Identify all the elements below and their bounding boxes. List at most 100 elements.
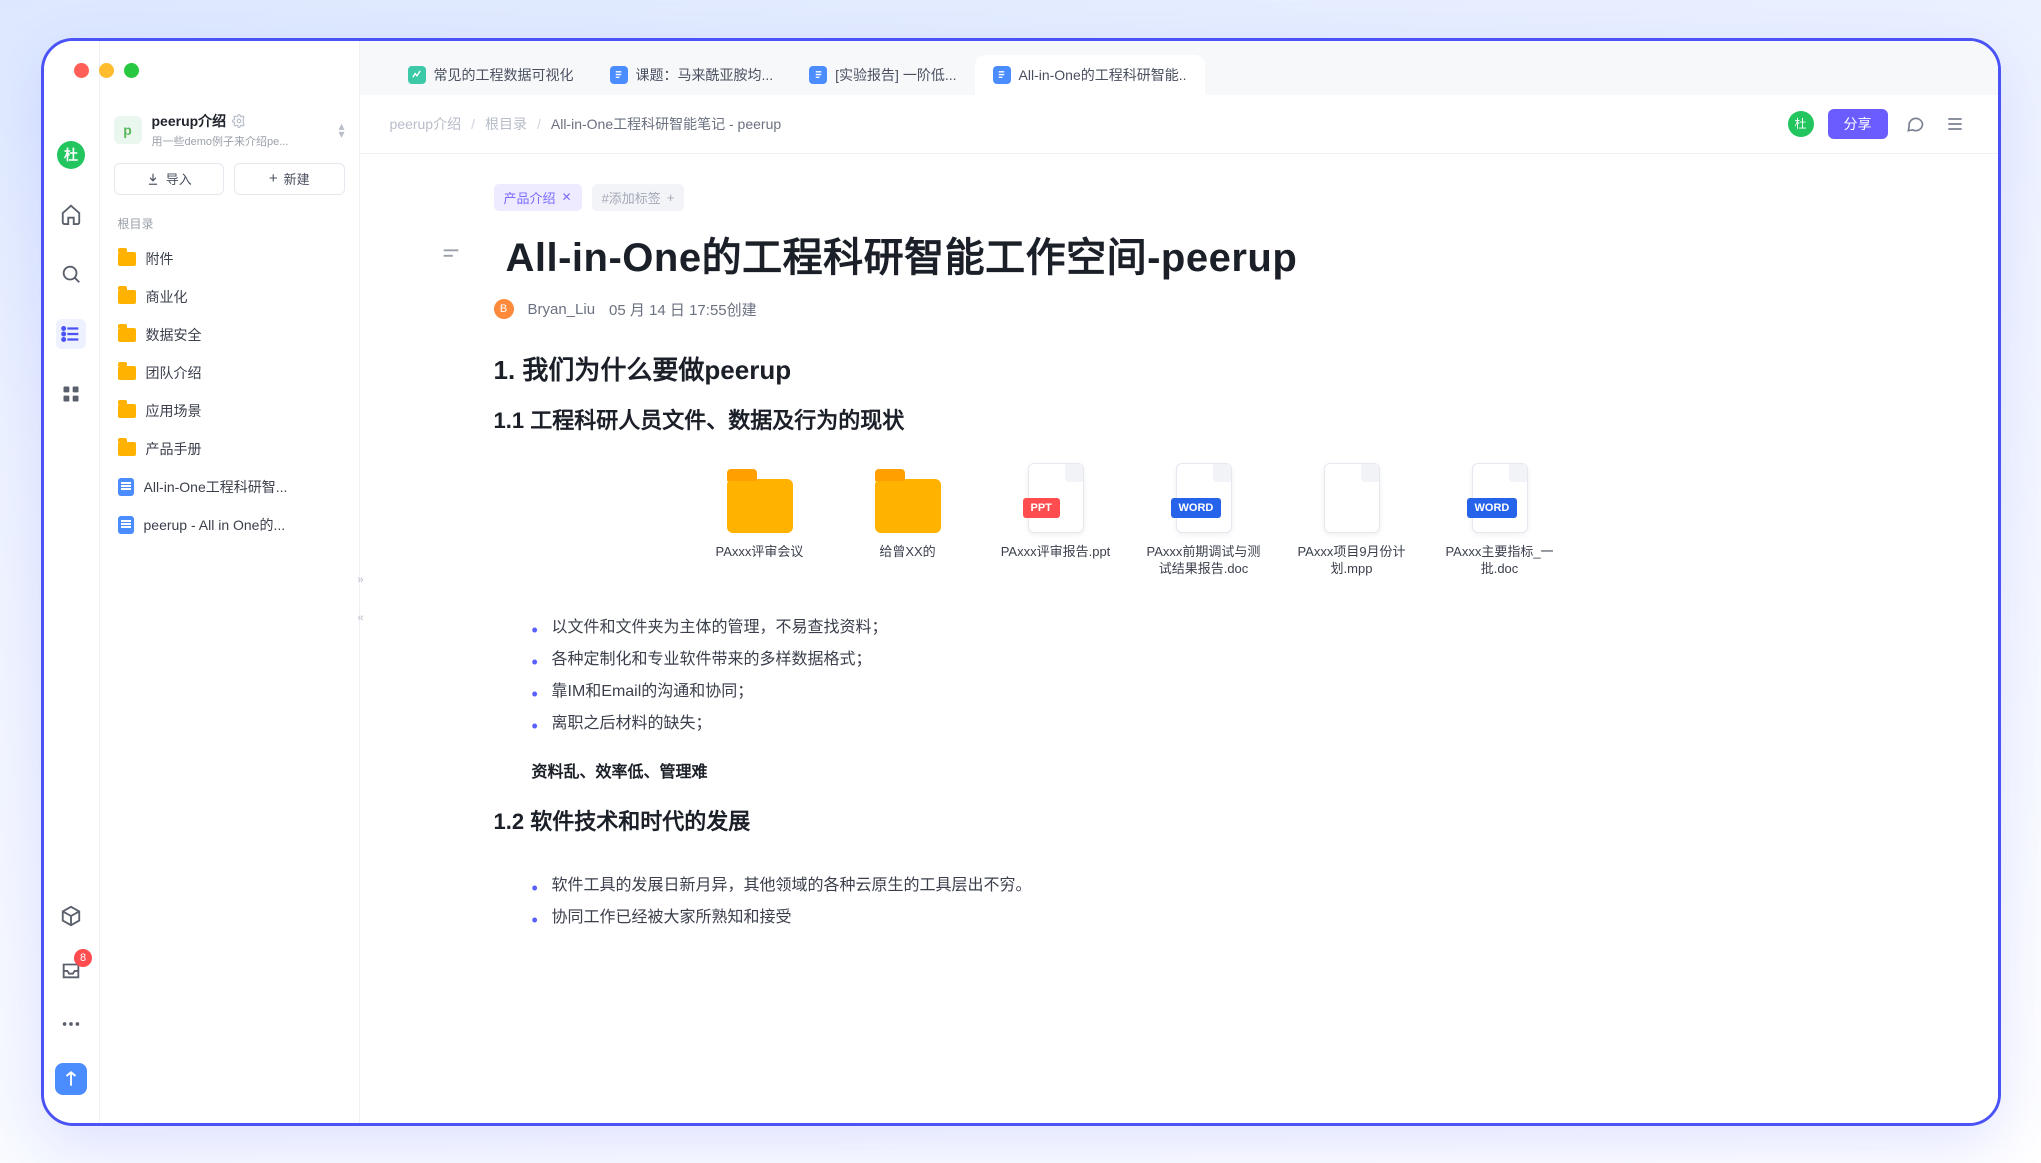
tab-label: 常见的工程数据可视化 (434, 65, 574, 85)
close-window-icon[interactable] (74, 63, 89, 78)
list-item: 协同工作已经被大家所熟知和接受 (532, 902, 1918, 934)
file-label: PAxxx评审会议 (716, 543, 804, 561)
folder-icon (118, 290, 136, 304)
tab[interactable]: 课题：马来酰亚胺均... (592, 55, 792, 95)
file-tile[interactable]: PPT PAxxx评审报告.ppt (996, 463, 1116, 578)
file-tile[interactable]: 给曾XX的 (848, 463, 968, 578)
user-avatar[interactable]: 杜 (57, 141, 85, 169)
file-tile[interactable]: WORD PAxxx主要指标_一批.doc (1440, 463, 1560, 578)
sidebar-folder[interactable]: 附件 (108, 240, 351, 278)
maximize-window-icon[interactable] (124, 63, 139, 78)
sidebar-folder[interactable]: 应用场景 (108, 392, 351, 430)
doc-tab-icon (993, 66, 1011, 84)
author-name: Bryan_Liu (528, 301, 596, 318)
heading-1: 1. 我们为什么要做peerup (494, 350, 1918, 387)
cube-icon[interactable] (56, 901, 86, 931)
search-icon[interactable] (56, 259, 86, 289)
app-window: 杜 8 (41, 38, 2001, 1126)
expand-collapse-icon[interactable]: ▴▾ (338, 122, 344, 138)
list-icon[interactable] (56, 319, 86, 349)
bullet-list: 软件工具的发展日新月异，其他领域的各种云原生的工具层出不穷。协同工作已经被大家所… (532, 870, 1918, 934)
sidebar-folder[interactable]: 产品手册 (108, 430, 351, 468)
emphasis-line: 资料乱、效率低、管理难 (532, 758, 1918, 782)
sidebar-tree: 附件商业化数据安全团队介绍应用场景产品手册 All-in-One工程科研智...p… (100, 240, 359, 544)
folder-icon (875, 479, 941, 533)
file-tile[interactable]: WORD PAxxx前期调试与测试结果报告.doc (1144, 463, 1264, 578)
tab-label: [实验报告] 一阶低... (835, 65, 956, 85)
file-label: PAxxx评审报告.ppt (1001, 543, 1111, 561)
breadcrumb: peerup介绍 / 根目录 / All-in-One工程科研智能笔记 - pe… (390, 114, 782, 134)
collaborator-avatar[interactable]: 杜 (1788, 111, 1814, 137)
doc-icon (118, 516, 134, 534)
sidebar-folder[interactable]: 团队介绍 (108, 354, 351, 392)
collapse-handle-icon[interactable]: »« (353, 579, 369, 619)
menu-icon[interactable] (1942, 111, 1968, 137)
notification-badge: 8 (74, 949, 92, 967)
file-icon: PPT (1028, 463, 1084, 533)
remove-tag-icon[interactable]: ✕ (562, 190, 572, 204)
tab-bar: 常见的工程数据可视化 课题：马来酰亚胺均... [实验报告] 一阶低... All-i… (360, 41, 1998, 95)
comment-icon[interactable] (1902, 111, 1928, 137)
outline-toggle-icon[interactable] (440, 243, 462, 265)
folder-icon (118, 404, 136, 418)
minimize-window-icon[interactable] (99, 63, 114, 78)
file-tile[interactable]: PAxxx评审会议 (700, 463, 820, 578)
import-button[interactable]: 导入 (114, 163, 225, 195)
window-controls (74, 63, 139, 78)
sidebar-doc[interactable]: All-in-One工程科研智... (108, 468, 351, 506)
file-icon: WORD (1176, 463, 1232, 533)
breadcrumb-item[interactable]: peerup介绍 (390, 114, 462, 134)
bullet-list: 以文件和文件夹为主体的管理，不易查找资料；各种定制化和专业软件带来的多样数据格式… (532, 612, 1918, 740)
file-label: PAxxx主要指标_一批.doc (1440, 543, 1560, 578)
launcher-icon[interactable] (55, 1063, 87, 1095)
file-label: PAxxx前期调试与测试结果报告.doc (1144, 543, 1264, 578)
gear-icon[interactable] (232, 114, 246, 128)
workspace-subtitle: 用一些demo例子来介绍pe... (152, 133, 289, 149)
sidebar-item-label: 产品手册 (146, 439, 202, 459)
sidebar-folder[interactable]: 商业化 (108, 278, 351, 316)
doc-tab-icon (610, 66, 628, 84)
sidebar-item-label: 附件 (146, 249, 174, 269)
list-item: 离职之后材料的缺失； (532, 708, 1918, 740)
file-tile[interactable]: PAxxx项目9月份计划.mpp (1292, 463, 1412, 578)
tab[interactable]: All-in-One的工程科研智能.. (975, 55, 1205, 95)
heading-2: 1.2 软件技术和时代的发展 (494, 804, 1918, 836)
author-avatar: B (494, 299, 514, 319)
sidebar-section-root: 根目录 (100, 207, 359, 240)
sidebar-item-label: 团队介绍 (146, 363, 202, 383)
tab[interactable]: [实验报告] 一阶低... (791, 55, 974, 95)
tab-label: All-in-One的工程科研智能.. (1019, 65, 1187, 85)
inbox-icon[interactable]: 8 (56, 955, 86, 985)
list-item: 各种定制化和专业软件带来的多样数据格式； (532, 644, 1918, 676)
left-rail: 杜 8 (44, 41, 100, 1123)
add-tag-button[interactable]: #添加标签 + (592, 184, 685, 211)
ppt-badge: PPT (1023, 498, 1060, 518)
tab[interactable]: 常见的工程数据可视化 (390, 55, 592, 95)
tag-chip[interactable]: 产品介绍 ✕ (494, 184, 582, 211)
grid-icon[interactable] (56, 379, 86, 409)
new-button[interactable]: + 新建 (234, 163, 345, 195)
created-time: 05 月 14 日 17:55创建 (609, 299, 757, 320)
share-button[interactable]: 分享 (1828, 109, 1888, 139)
home-icon[interactable] (56, 199, 86, 229)
word-badge: WORD (1467, 498, 1518, 518)
file-icon (1324, 463, 1380, 533)
doc-meta: B Bryan_Liu 05 月 14 日 17:55创建 (494, 299, 1918, 320)
folder-icon (118, 252, 136, 266)
folder-icon (118, 442, 136, 456)
sidebar-item-label: 应用场景 (146, 401, 202, 421)
more-icon[interactable] (56, 1009, 86, 1039)
list-item: 软件工具的发展日新月异，其他领域的各种云原生的工具层出不穷。 (532, 870, 1918, 902)
sidebar-folder[interactable]: 数据安全 (108, 316, 351, 354)
document-content: 产品介绍 ✕ #添加标签 + All-in-One的工程科研智能工作空间-pee… (360, 154, 1998, 1123)
subheader: peerup介绍 / 根目录 / All-in-One工程科研智能笔记 - pe… (360, 95, 1998, 154)
file-gallery: PAxxx评审会议 给曾XX的 PPT PAxxx评审报告.ppt WORD PAxxx前… (700, 463, 1918, 578)
page-title: All-in-One的工程科研智能工作空间-peerup (506, 225, 1298, 283)
heading-2: 1.1 工程科研人员文件、数据及行为的现状 (494, 403, 1918, 435)
workspace-switcher[interactable]: p peerup介绍 用一些demo例子来介绍pe... ▴▾ (100, 111, 359, 163)
breadcrumb-item-current: All-in-One工程科研智能笔记 - peerup (551, 114, 781, 134)
sidebar-doc[interactable]: peerup - All in One的... (108, 506, 351, 544)
file-icon: WORD (1472, 463, 1528, 533)
tab-label: 课题：马来酰亚胺均... (636, 65, 774, 85)
breadcrumb-item[interactable]: 根目录 (485, 114, 527, 134)
